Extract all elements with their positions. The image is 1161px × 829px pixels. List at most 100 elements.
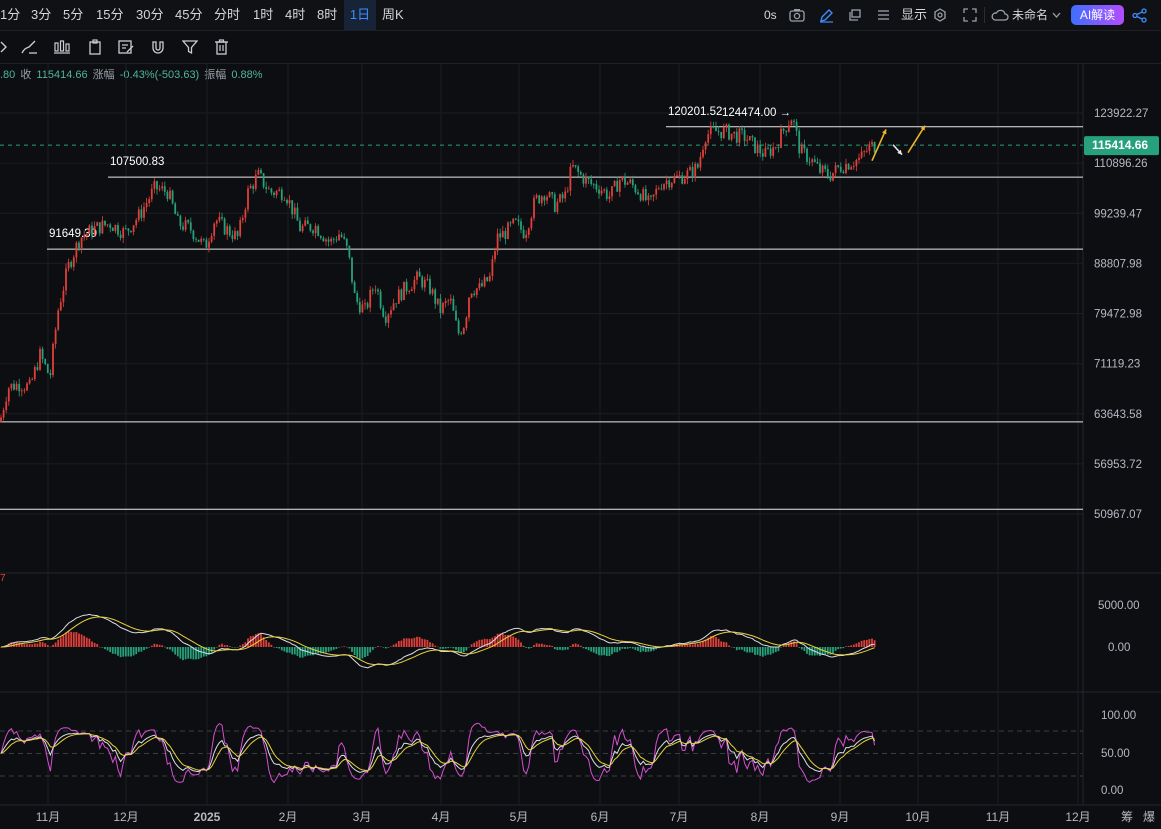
cloud-icon[interactable] [991,9,1009,21]
candle-body [767,147,769,149]
camera-icon[interactable] [789,8,805,22]
tf-1h[interactable]: 1时 [253,0,273,30]
candle-body [62,290,65,303]
candle-body [327,239,330,242]
candle-body [717,131,720,132]
fullscreen-icon[interactable] [963,8,977,22]
candle-body [533,197,535,219]
candle-body [585,176,587,184]
candle-body [694,163,697,178]
candle-body [280,189,283,201]
macd-histogram-bar [603,647,606,656]
candle-body [439,298,442,314]
candle-body [335,239,338,241]
macd-histogram-bar [156,644,158,647]
tf-8h[interactable]: 8时 [317,0,337,30]
kdj-y-tick: 100.00 [1101,710,1136,722]
macd-histogram-bar [62,635,65,647]
macd-histogram-bar [93,642,96,647]
macd-histogram-bar [847,645,850,647]
macd-histogram-bar [473,642,476,647]
note-edit-icon[interactable] [118,39,134,55]
projection-arrows [871,125,926,162]
candle-body [728,124,730,140]
candle-body [221,216,223,219]
magnet-icon[interactable] [150,39,166,55]
macd-histogram-bar [782,645,785,647]
candle-body [418,271,421,277]
macd-histogram-bar [184,647,187,660]
candle-body [759,144,762,154]
macd-histogram-bar [621,647,624,649]
tf-4h[interactable]: 4时 [285,0,305,30]
list-icon[interactable] [877,9,890,21]
filter-icon[interactable] [182,39,198,55]
macd-histogram-bar [585,647,587,650]
macd-histogram-bar [33,643,36,647]
macd-histogram-bar [369,647,372,653]
tf-15min[interactable]: 15分 [96,0,123,30]
tf-3min[interactable]: 3分 [31,0,51,30]
candle-body [561,194,564,199]
macd-histogram-bar [738,647,741,650]
macd-histogram-bar [332,647,335,650]
macd-histogram-bar [400,640,403,647]
pen-icon[interactable] [819,8,834,23]
macd-histogram-bar [390,646,392,647]
tf-1min[interactable]: 1分 [0,0,20,30]
macd-histogram-bar [720,641,723,647]
candle-body [348,245,351,258]
price-chart[interactable]: 120201.52107500.8391649.39124474.00 →115… [0,64,1161,829]
candle-body [382,307,385,317]
ai-interpret-button[interactable]: AI解读 [1071,5,1124,25]
macd-histogram-bar [715,637,717,647]
tf-1d[interactable]: 1日 [344,0,376,30]
candle-body [200,238,203,242]
tf-45min[interactable]: 45分 [175,0,202,30]
candle-body [130,230,132,233]
macd-histogram-bar [374,647,377,648]
candle-body [179,215,182,227]
clipboard-icon[interactable] [88,39,102,55]
tf-weekly[interactable]: 周K [382,0,404,30]
candle-pattern-icon[interactable] [53,39,71,55]
macd-histogram-bar [96,644,99,647]
layout-name-dropdown[interactable]: 未命名 [1012,0,1048,30]
y-tick-label: 99239.47 [1094,208,1142,220]
candle-body [150,188,153,200]
candle-body [213,223,216,236]
display-menu[interactable]: 显示 [901,0,927,30]
candle-body [210,235,213,242]
candle-body [569,166,572,191]
seconds-countdown: 0s [764,8,777,22]
candle-body [800,144,803,154]
macd-histogram-bar [819,647,821,657]
macd-histogram-bar [187,647,190,659]
settings-gear-icon[interactable] [933,8,947,22]
chevron-down-icon[interactable] [1052,12,1061,18]
brush-icon[interactable] [20,39,38,55]
window-icon[interactable] [848,8,862,22]
trash-icon[interactable] [214,39,229,55]
tf-5min[interactable]: 5分 [63,0,83,30]
candle-body [764,147,767,157]
macd-histogram-bar [28,644,31,647]
candle-body [483,277,486,287]
share-icon[interactable] [1132,8,1147,23]
macd-histogram-bar [639,647,642,653]
candle-body [761,153,764,157]
x-tick-label: 2月 [279,810,298,824]
chevron-right-icon[interactable] [0,40,8,54]
macd-histogram-bar [564,647,567,650]
x-tick-label: 3月 [353,810,372,824]
macd-histogram-bar [618,647,621,651]
macd-histogram-bar [540,643,543,647]
tf-timeshare[interactable]: 分时 [214,0,240,30]
candle-body [616,181,619,192]
macd-histogram-bar [559,647,561,650]
macd-histogram-bar [335,647,338,649]
tf-30min[interactable]: 30分 [136,0,163,30]
candle-body [59,302,62,311]
candle-body [491,259,494,276]
candle-body [608,196,611,199]
